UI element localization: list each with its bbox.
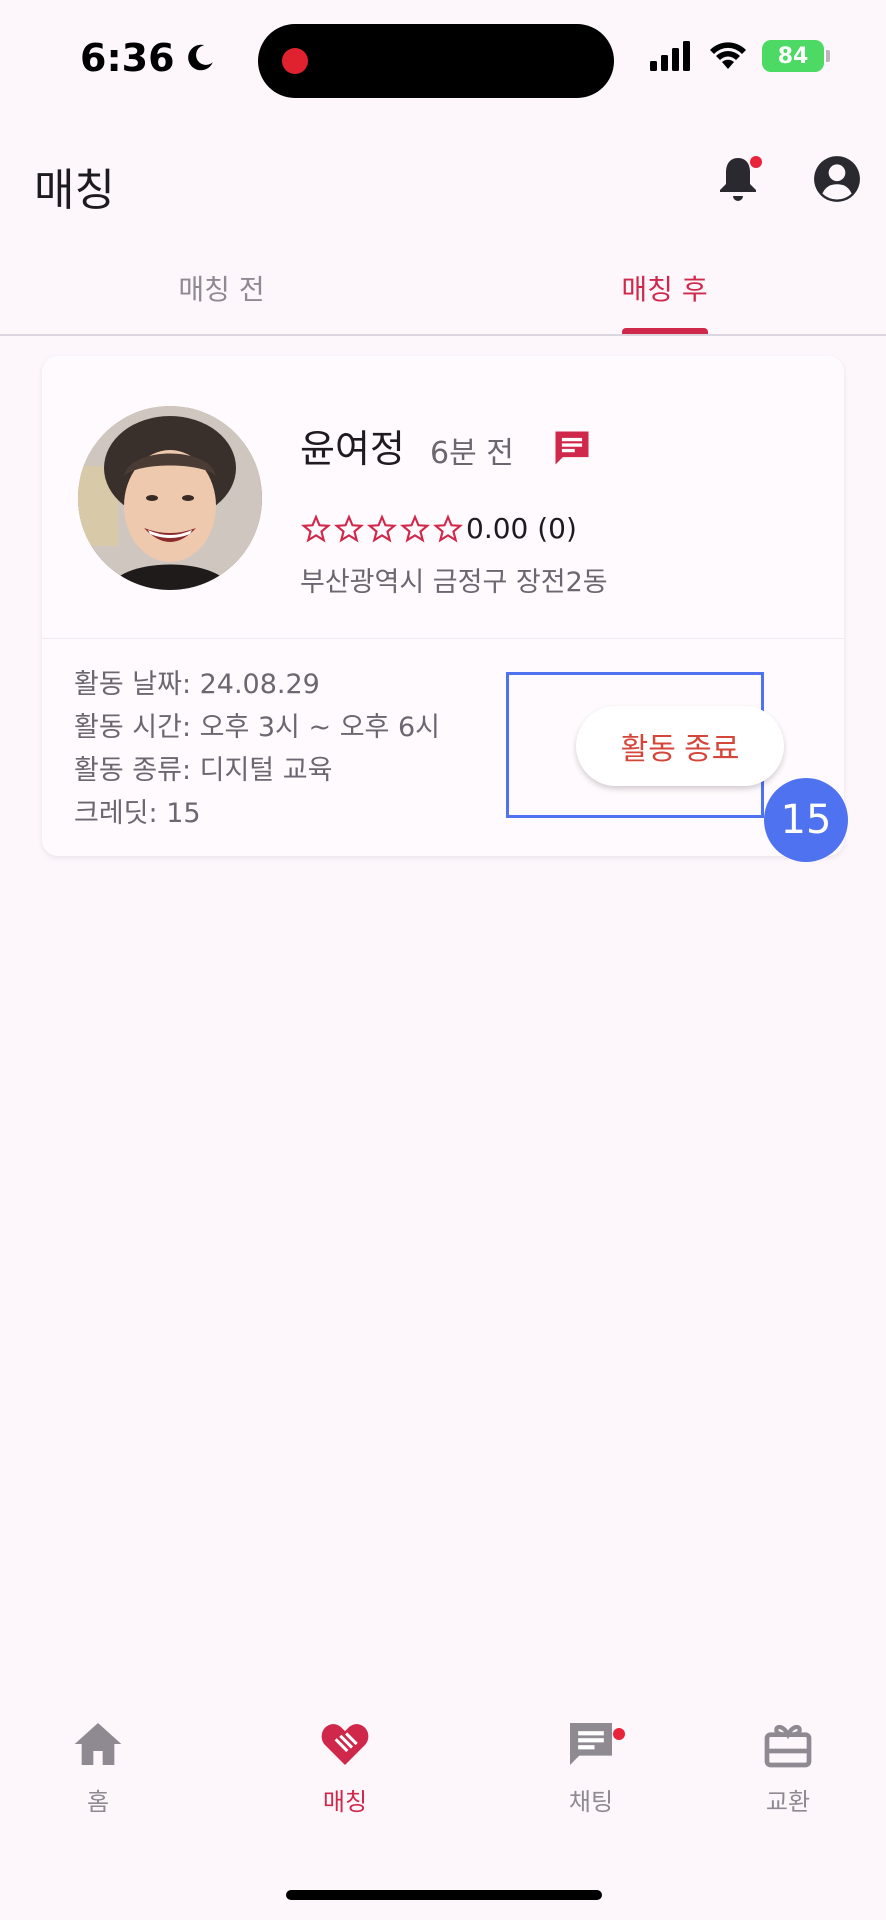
status-icons: 84 [650, 40, 830, 72]
activity-details: 활동 날짜: 24.08.29 활동 시간: 오후 3시 ~ 오후 6시 활동 … [74, 663, 440, 835]
activity-time: 활동 시간: 오후 3시 ~ 오후 6시 [74, 712, 440, 743]
moon-icon [187, 44, 213, 71]
tab-label: 매칭 후 [621, 273, 708, 306]
nav-label: 홈 [86, 1788, 110, 1816]
nav-item-exchange[interactable]: 교환 [728, 1716, 848, 1846]
status-bar: 6:36 84 [0, 0, 886, 120]
star-outline-icon [301, 513, 331, 543]
tab-indicator [622, 328, 708, 334]
annotation-badge: 15 [764, 778, 848, 862]
activity-date: 활동 날짜: 24.08.29 [74, 669, 320, 700]
battery-level: 84 [777, 43, 809, 69]
dynamic-island [258, 24, 614, 98]
handshake-icon [321, 1724, 369, 1765]
nav-label: 매칭 [322, 1788, 368, 1816]
rating-value: 0.00 (0) [466, 512, 577, 545]
home-indicator [286, 1890, 602, 1900]
rating: 0.00 (0) [300, 512, 577, 545]
activity-credit: 크레딧: 15 [74, 798, 201, 829]
nav-item-matching[interactable]: 매칭 [285, 1716, 405, 1846]
status-time: 6:36 [80, 36, 217, 80]
tab-after-matching[interactable]: 매칭 후 [443, 256, 886, 334]
gift-icon [764, 1724, 812, 1768]
chat-message-icon[interactable] [550, 426, 594, 470]
tab-before-matching[interactable]: 매칭 전 [0, 256, 443, 334]
tab-label: 매칭 전 [178, 273, 265, 306]
star-outline-icon [433, 513, 463, 543]
wifi-icon [710, 42, 746, 69]
activity-type: 활동 종류: 디지털 교육 [74, 755, 333, 786]
recording-dot-icon [282, 48, 308, 74]
location: 부산광역시 금정구 장전2동 [300, 567, 608, 598]
battery-icon: 84 [762, 40, 824, 72]
notification-dot [750, 156, 762, 168]
nav-label: 채팅 [568, 1788, 614, 1816]
time-ago: 6분 전 [430, 436, 514, 471]
nav-item-home[interactable]: 홈 [38, 1716, 158, 1846]
star-outline-icon [367, 513, 397, 543]
star-outline-icon [400, 513, 430, 543]
tab-bar: 매칭 전 매칭 후 [0, 256, 886, 336]
nav-item-chat[interactable]: 채팅 [531, 1716, 651, 1846]
home-icon [74, 1723, 122, 1765]
avatar [78, 406, 262, 590]
star-outline-icon [334, 513, 364, 543]
status-time-text: 6:36 [80, 36, 175, 80]
end-activity-button[interactable]: 활동 종료 [576, 706, 784, 786]
app-bar: 매칭 [0, 140, 886, 220]
profile-photo [78, 406, 262, 590]
page-title: 매칭 [34, 165, 115, 216]
chat-unread-dot [613, 1728, 625, 1740]
notification-button[interactable] [714, 154, 762, 206]
account-circle-icon [814, 156, 860, 202]
signal-icon [650, 41, 690, 71]
bottom-nav: 홈 매칭 채팅 교환 [0, 1716, 886, 1846]
star-rating [300, 513, 464, 545]
account-button[interactable] [812, 154, 862, 204]
nav-label: 교환 [765, 1788, 811, 1816]
user-name: 윤여정 [300, 427, 405, 471]
battery-tip [826, 50, 830, 62]
chat-icon [570, 1723, 612, 1765]
